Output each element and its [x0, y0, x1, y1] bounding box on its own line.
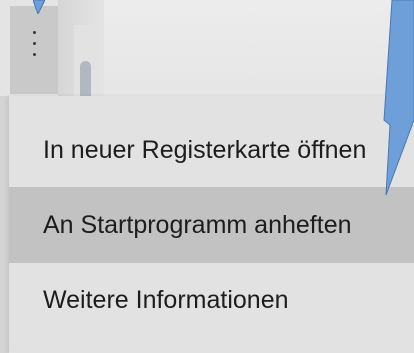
menu-item-label: Weitere Informationen [43, 285, 289, 314]
more-options-button[interactable] [10, 6, 58, 94]
annotation-arrow-top-left [33, 0, 45, 14]
more-vertical-icon [32, 30, 36, 56]
context-menu: In neuer Registerkarte öffnen An Startpr… [9, 96, 414, 353]
background-top-right [104, 0, 414, 96]
menu-item-pin-to-start[interactable]: An Startprogramm anheften [9, 187, 414, 263]
menu-item-more-info[interactable]: Weitere Informationen [9, 262, 414, 338]
scrollbar-thumb[interactable] [80, 61, 91, 101]
menu-item-label: An Startprogramm anheften [43, 210, 352, 239]
annotation-arrow-right [383, 0, 414, 195]
menu-item-label: In neuer Registerkarte öffnen [43, 135, 367, 164]
menu-item-open-in-new-tab[interactable]: In neuer Registerkarte öffnen [9, 112, 414, 188]
